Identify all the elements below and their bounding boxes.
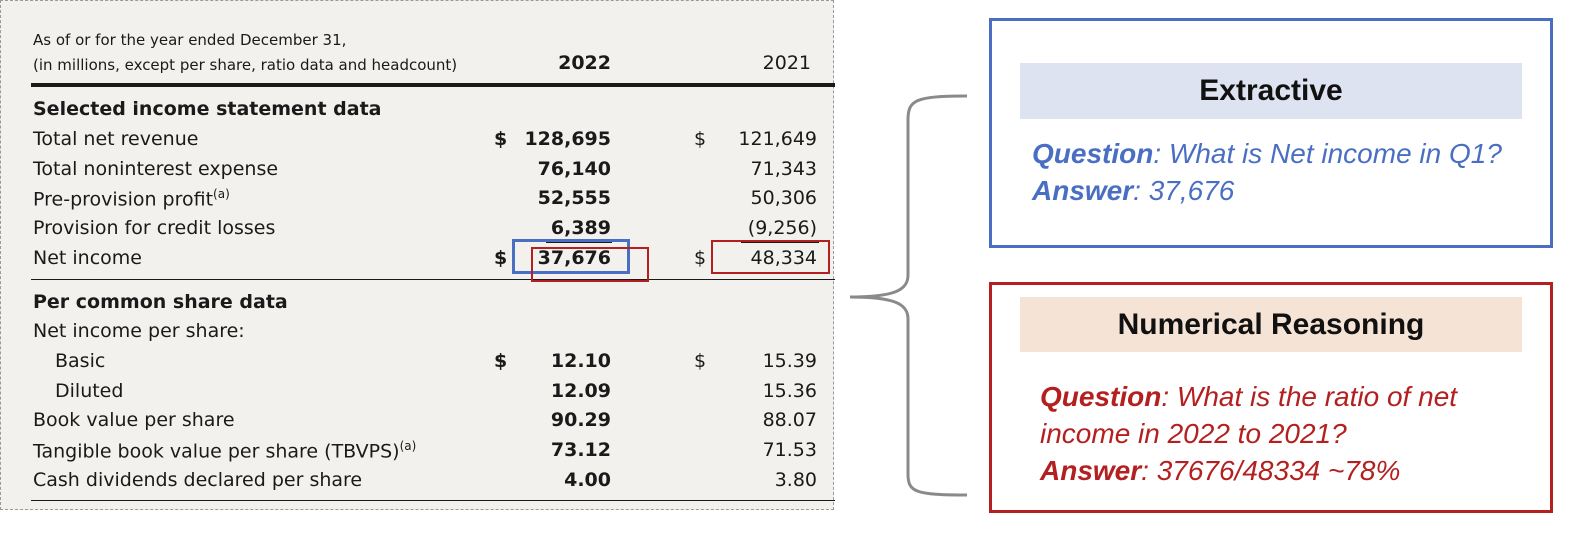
value-2022: 128,695 bbox=[524, 128, 611, 150]
value-2022: 12.09 bbox=[550, 380, 611, 402]
value-2022: 52,555 bbox=[537, 187, 611, 209]
value-2022: 12.10 bbox=[550, 350, 611, 372]
numerical-reasoning-card: Numerical Reasoning Question: What is th… bbox=[989, 282, 1553, 513]
answer-text: : 37,676 bbox=[1133, 175, 1235, 206]
dollar-sign: $ bbox=[494, 350, 508, 372]
section-heading: Per common share data bbox=[33, 291, 288, 313]
dollar-sign: $ bbox=[494, 247, 508, 269]
reasoning-title: Numerical Reasoning bbox=[1020, 297, 1522, 352]
value-2022: 90.29 bbox=[550, 409, 611, 431]
row-label: Provision for credit losses bbox=[33, 217, 276, 239]
footnote-mark: (a) bbox=[213, 187, 230, 201]
dollar-sign: $ bbox=[494, 128, 508, 150]
table-row: Diluted 12.09 15.36 bbox=[1, 380, 835, 408]
table-row: Selected income statement data bbox=[1, 98, 835, 126]
table-header-line1: As of or for the year ended December 31, bbox=[33, 31, 347, 49]
value-2022: 6,389 bbox=[550, 217, 611, 239]
row-label: Net income per share: bbox=[33, 320, 245, 342]
reasoning-question-cont: income in 2022 to 2021? bbox=[1040, 418, 1347, 449]
row-label: Total noninterest expense bbox=[33, 158, 279, 180]
row-label: Net income bbox=[33, 247, 142, 269]
header-rule bbox=[31, 83, 835, 87]
table-row: Tangible book value per share (TBVPS)(a)… bbox=[1, 439, 835, 467]
table-row: Per common share data bbox=[1, 291, 835, 319]
column-header-2022: 2022 bbox=[558, 52, 611, 74]
value-2021: 71.53 bbox=[762, 439, 817, 461]
answer-text: : 37676/48334 ~78% bbox=[1141, 455, 1401, 486]
row-label: Cash dividends declared per share bbox=[33, 469, 363, 491]
curly-brace-icon bbox=[849, 94, 968, 497]
row-label: Tangible book value per share (TBVPS) bbox=[33, 440, 400, 463]
value-2021: 15.36 bbox=[762, 380, 817, 402]
value-2021: 71,343 bbox=[750, 158, 817, 180]
column-header-2021: 2021 bbox=[762, 52, 811, 74]
row-label: Diluted bbox=[55, 380, 124, 402]
question-text: : What is Net income in Q1? bbox=[1153, 138, 1502, 169]
table-row: Provision for credit losses 6,389 (9,256… bbox=[1, 217, 835, 245]
extractive-title: Extractive bbox=[1020, 63, 1522, 119]
table-row: Book value per share 90.29 88.07 bbox=[1, 409, 835, 437]
table-row: Pre-provision profit(a) 52,555 50,306 bbox=[1, 187, 835, 215]
reasoning-question: Question: What is the ratio of net bbox=[1040, 378, 1457, 415]
extractive-question: Question: What is Net income in Q1? bbox=[1032, 135, 1502, 172]
value-2021: 88.07 bbox=[762, 409, 817, 431]
row-label: Basic bbox=[55, 350, 106, 372]
dollar-sign: $ bbox=[694, 350, 707, 372]
answer-label: Answer bbox=[1040, 455, 1142, 486]
row-label: Total net revenue bbox=[33, 128, 199, 150]
dollar-sign: $ bbox=[694, 247, 707, 269]
value-2022: 4.00 bbox=[564, 469, 611, 491]
value-2021: 121,649 bbox=[738, 128, 817, 150]
value-2021: 15.39 bbox=[762, 350, 817, 372]
table-header-line2: (in millions, except per share, ratio da… bbox=[33, 56, 458, 74]
question-text: : What is the ratio of net bbox=[1161, 381, 1458, 412]
section-rule bbox=[31, 279, 835, 280]
row-label-with-footnote: Pre-provision profit(a) bbox=[33, 187, 230, 210]
dollar-sign: $ bbox=[694, 128, 707, 150]
table-row: Cash dividends declared per share 4.00 3… bbox=[1, 469, 835, 497]
reasoning-qa: Question: What is the ratio of net incom… bbox=[1040, 378, 1457, 489]
value-2022: 73.12 bbox=[550, 439, 611, 461]
extractive-answer: Answer: 37,676 bbox=[1032, 172, 1502, 209]
value-2021: 50,306 bbox=[750, 187, 817, 209]
answer-label: Answer bbox=[1032, 175, 1134, 206]
extractive-card: Extractive Question: What is Net income … bbox=[989, 18, 1553, 248]
table-bottom-rule bbox=[31, 500, 835, 501]
value-2021: (9,256) bbox=[747, 217, 817, 239]
table-row: Total net revenue $ 128,695 $ 121,649 bbox=[1, 128, 835, 156]
section-heading: Selected income statement data bbox=[33, 98, 382, 120]
reasoning-answer: Answer: 37676/48334 ~78% bbox=[1040, 452, 1457, 489]
question-label: Question bbox=[1032, 138, 1154, 169]
table-row: Net income per share: bbox=[1, 320, 835, 348]
reasoning-highlight-box-2022 bbox=[531, 247, 649, 282]
row-label: Book value per share bbox=[33, 409, 235, 431]
extractive-qa: Question: What is Net income in Q1? Answ… bbox=[1032, 135, 1502, 209]
reasoning-highlight-box-2021 bbox=[711, 240, 830, 274]
row-label: Pre-provision profit bbox=[33, 188, 214, 211]
question-label: Question bbox=[1040, 381, 1162, 412]
footnote-mark: (a) bbox=[399, 439, 417, 453]
value-2022: 76,140 bbox=[537, 158, 611, 180]
row-label-with-footnote: Tangible book value per share (TBVPS)(a) bbox=[33, 439, 416, 462]
table-row: Basic $ 12.10 $ 15.39 bbox=[1, 350, 835, 378]
table-row: Net income $ 37,676 $ 48,334 bbox=[1, 247, 835, 275]
financial-table: As of or for the year ended December 31,… bbox=[0, 0, 835, 510]
table-row: Total noninterest expense 76,140 71,343 bbox=[1, 158, 835, 186]
value-2021: 3.80 bbox=[774, 469, 817, 491]
